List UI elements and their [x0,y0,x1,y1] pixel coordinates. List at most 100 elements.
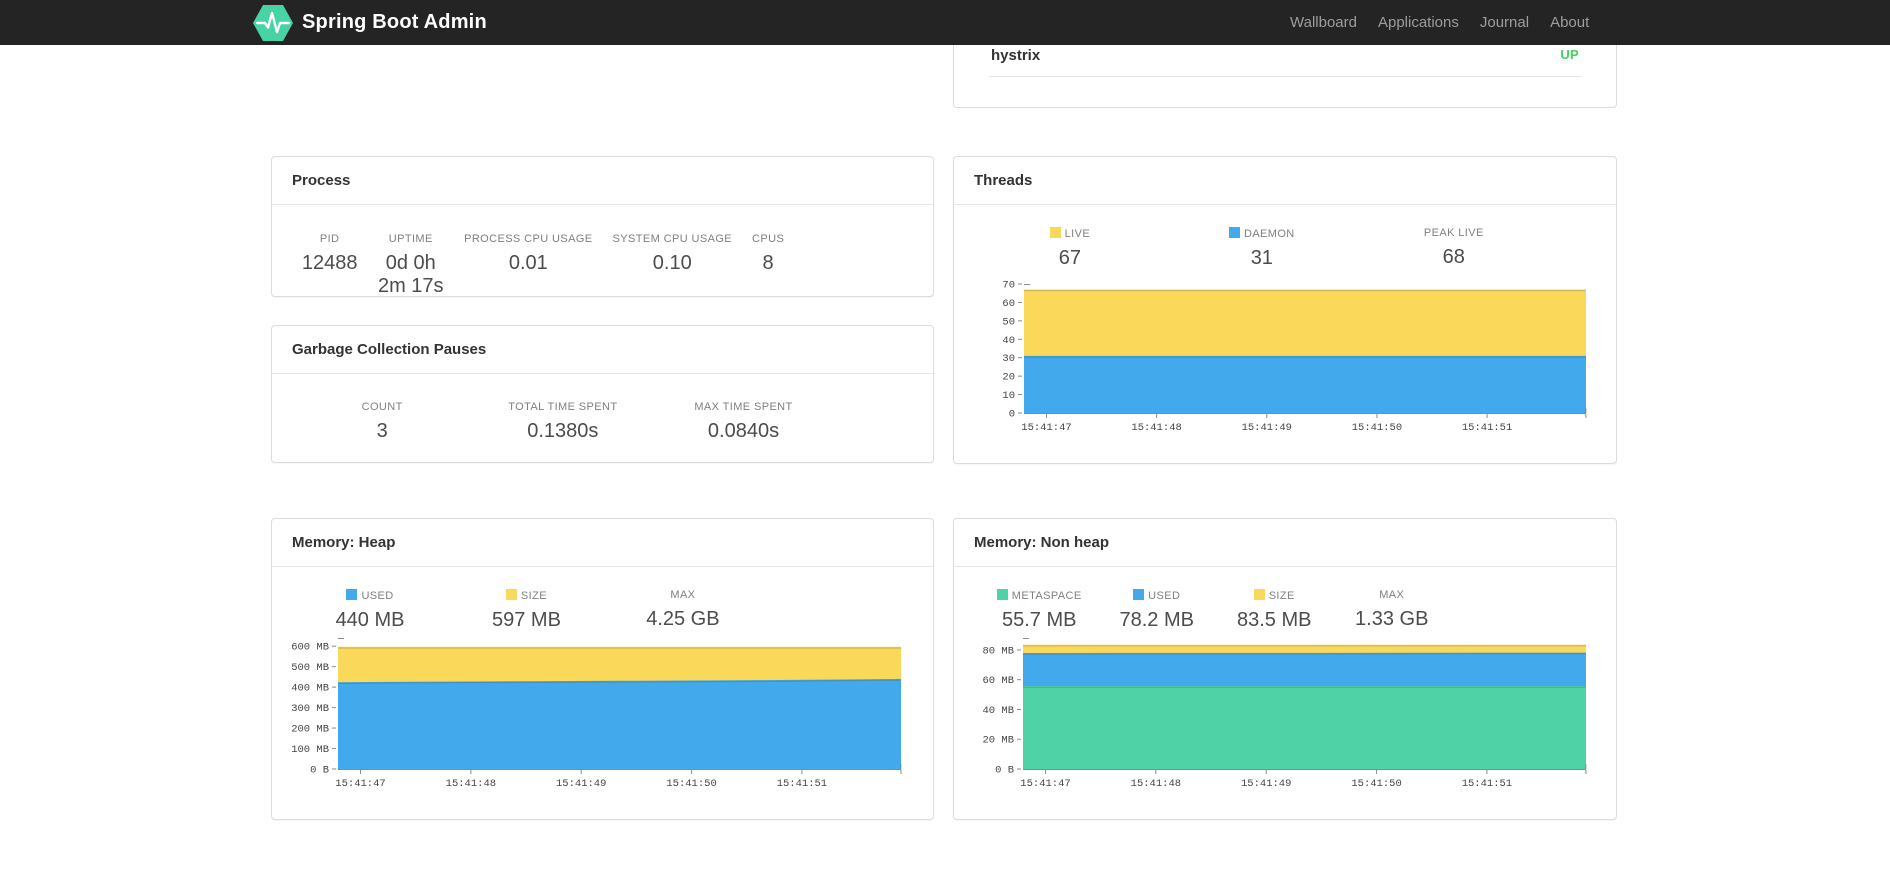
svg-text:0: 0 [1009,409,1015,421]
svg-text:15:41:49: 15:41:49 [1242,422,1292,434]
spring-boot-admin-logo-icon [253,4,293,41]
threads-panel: Threads LIVE 67 DAEMON 31 PEAK LIVE 68 0 10 20 3… [953,156,1617,464]
applications-status-panel: hystrix UP [953,45,1617,108]
metric-value: 440 MB [335,609,405,631]
svg-text:15:41:47: 15:41:47 [335,778,385,790]
svg-text:300 MB: 300 MB [291,703,329,715]
metrics-row: COUNT 3 TOTAL TIME SPENT 0.1380s MAX TIME SP… [292,401,834,443]
metric-label: SIZE [1225,589,1323,602]
navbar: Spring Boot Admin Wallboard Applications… [0,0,1890,45]
svg-text:60: 60 [1002,298,1015,310]
svg-text:15:41:47: 15:41:47 [1021,422,1071,434]
svg-text:15:41:49: 15:41:49 [1241,778,1291,790]
svg-text:15:41:50: 15:41:50 [1352,422,1402,434]
legend-swatch-icon [505,589,517,600]
nav-link[interactable]: Wallboard [1290,14,1357,31]
metric-label: USED [1108,589,1206,602]
svg-text:15:41:51: 15:41:51 [777,778,827,790]
metric-value: 8 [762,252,774,274]
metric-value: 78.2 MB [1119,609,1194,631]
legend-swatch-icon [1228,227,1240,238]
threads-chart: 0 10 20 30 40 50 60 70 15:41:47 15:41:48 15:41:49 1… [1002,280,1587,434]
metric: PEAK LIVE 68 [1358,227,1550,270]
svg-text:200 MB: 200 MB [291,724,329,736]
legend-swatch-icon [996,589,1008,600]
svg-text:15:41:48: 15:41:48 [1131,778,1181,790]
svg-text:15:41:51: 15:41:51 [1462,422,1512,434]
metric: MAX 4.25 GB [605,589,761,632]
metric-label: COUNT [361,401,403,413]
metric-value: 31 [1250,247,1273,269]
svg-text:400 MB: 400 MB [291,683,329,695]
metric-label: TOTAL TIME SPENT [508,401,618,413]
metric-value: 1.33 GB [1355,608,1429,630]
metric-value: 0d 0h 2m 17s [377,252,444,297]
metric: LIVE 67 [974,227,1166,270]
chart-legend: USED 440 MB SIZE 597 MB MAX 4.25 GB [292,589,761,632]
legend-swatch-icon [1253,589,1265,600]
metric: MAX TIME SPENT 0.0840s [653,401,834,443]
legend-swatch-icon [1049,227,1061,238]
svg-text:0 B: 0 B [310,765,329,777]
metric-value: 597 MB [491,609,561,631]
memory-heap-chart: 0 B 100 MB 200 MB 300 MB 400 MB 500 MB 600 MB 1… [291,638,902,790]
metric-label: PROCESS CPU USAGE [464,233,593,245]
metric-label: METASPACE [990,589,1088,602]
metric-label: MAX [1379,589,1405,601]
memory-heap-panel: Memory: Heap USED 440 MB SIZE 597 MB MAX 4.25… [271,518,934,820]
nav-link[interactable]: Applications [1378,14,1459,31]
metric-value: 0.01 [508,252,548,274]
svg-text:15:41:48: 15:41:48 [1131,422,1181,434]
metric-label: DAEMON [1176,227,1348,240]
svg-text:30: 30 [1002,353,1015,365]
metrics-row: PID 12488 UPTIME 0d 0h 2m 17s PROCESS CPU US… [292,233,794,298]
metric: SIZE 597 MB [448,589,604,632]
metric: METASPACE 55.7 MB [980,589,1098,632]
metric-value: 67 [1058,247,1081,269]
nav-link[interactable]: About [1550,14,1589,31]
metric: DAEMON 31 [1166,227,1358,270]
gc-pauses-panel: Garbage Collection Pauses COUNT 3 TOTAL TI… [271,325,934,463]
panel-title: Memory: Non heap [954,519,1616,567]
nav-link[interactable]: Journal [1480,14,1529,31]
metric: COUNT 3 [292,401,473,443]
panel-title: Garbage Collection Pauses [272,326,933,374]
svg-text:10: 10 [1002,390,1015,402]
metric: UPTIME 0d 0h 2m 17s [367,233,454,298]
metric: USED 78.2 MB [1098,589,1216,632]
svg-text:600 MB: 600 MB [291,642,329,654]
metric-label: MAX [670,589,696,601]
brand-link[interactable]: Spring Boot Admin [253,0,487,45]
nav-item: Wallboard [1290,14,1357,32]
legend-swatch-icon [1133,589,1145,600]
metric: CPUS 8 [742,233,794,298]
svg-text:50: 50 [1002,316,1015,328]
svg-text:15:41:49: 15:41:49 [556,778,606,790]
metric-label: LIVE [984,227,1156,240]
metric-label: SYSTEM CPU USAGE [612,233,733,245]
svg-text:15:41:48: 15:41:48 [446,778,496,790]
metric: SYSTEM CPU USAGE 0.10 [603,233,742,298]
svg-text:15:41:50: 15:41:50 [1351,778,1401,790]
metric: PID 12488 [292,233,368,298]
metric-value: 0.1380s [527,420,599,442]
brand-title: Spring Boot Admin [302,11,487,33]
svg-text:20: 20 [1002,372,1015,384]
metric: TOTAL TIME SPENT 0.1380s [473,401,654,443]
svg-text:20 MB: 20 MB [982,735,1014,747]
nav-item: Applications [1378,14,1459,32]
metric: MAX 1.33 GB [1333,589,1451,632]
metric-value: 55.7 MB [1001,609,1077,631]
svg-text:70: 70 [1002,280,1015,292]
metric-value: 3 [376,420,388,442]
svg-text:100 MB: 100 MB [291,744,329,756]
svg-text:500 MB: 500 MB [291,662,329,674]
application-name[interactable]: hystrix [991,47,1040,64]
nav-item: Journal [1480,14,1529,32]
memory-nonheap-chart: 0 B 20 MB 40 MB 60 MB 80 MB 15:41:47 15:41:48 1… [982,638,1587,790]
metric-value: 0.10 [652,252,692,274]
memory-nonheap-panel: Memory: Non heap METASPACE 55.7 MB USED 78.… [953,518,1617,820]
legend-swatch-icon [346,589,358,600]
metric-value: 83.5 MB [1236,609,1312,631]
metric-value: 12488 [301,252,358,274]
